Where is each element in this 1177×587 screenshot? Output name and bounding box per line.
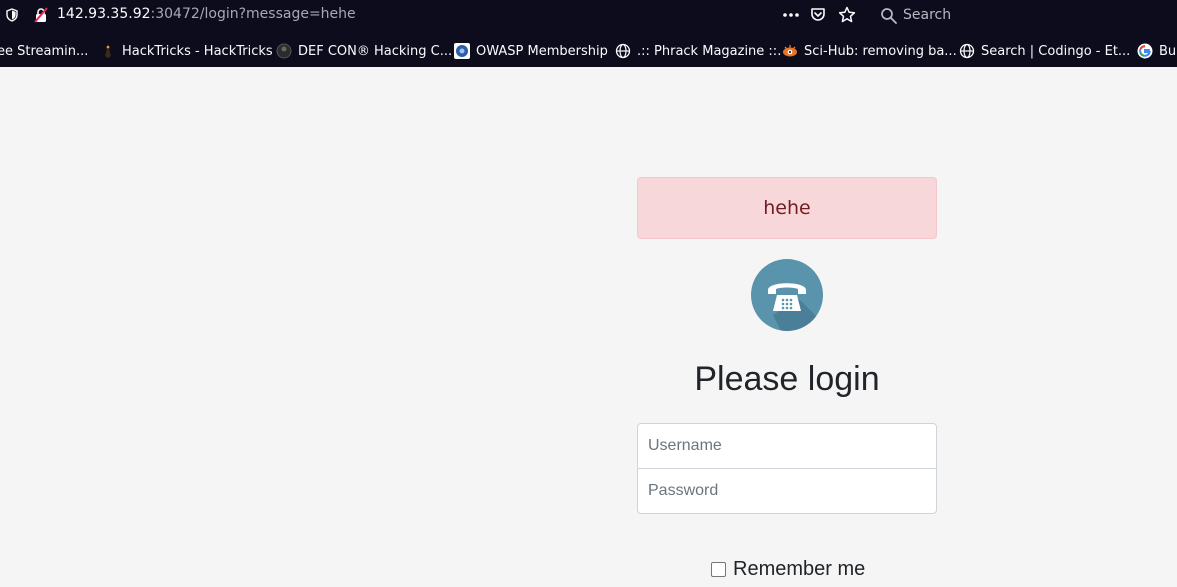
bookmark-item[interactable]: .:: Phrack Magazine ::. [615,42,781,60]
remember-me-label: Remember me [733,558,866,580]
bookmark-label: DEF CON® Hacking C... [298,43,453,59]
alert-message: hehe [763,197,811,219]
bookmark-label: HackTricks - HackTricks [122,43,273,59]
search-box[interactable]: Search [878,6,1158,26]
defcon-icon [276,43,292,59]
bookmark-item[interactable]: Bu [1137,42,1176,60]
insecure-lock-icon[interactable] [33,7,49,23]
globe-icon [959,43,975,59]
username-input[interactable] [637,423,937,469]
error-alert: hehe [637,177,937,239]
bookmark-item[interactable]: OWASP Membership [454,42,608,60]
bookmark-label: Sci-Hub: removing ba... [804,43,957,59]
bookmark-item[interactable]: DEF CON® Hacking C... [276,42,452,60]
bookmark-label: Search | Codingo - Et... [981,43,1131,59]
search-placeholder: Search [903,7,952,23]
globe-icon [615,43,631,59]
owasp-icon [454,43,470,59]
password-input[interactable] [637,468,937,514]
bookmark-item[interactable]: ee Streamin... [0,42,88,60]
bookmark-item[interactable]: Sci-Hub: removing ba... [782,42,957,60]
google-icon [1137,43,1153,59]
hacktricks-icon [105,44,111,58]
bookmark-label: ee Streamin... [0,43,89,59]
telephone-logo-icon [751,259,823,331]
tracking-shield-icon[interactable] [5,8,19,22]
address-toolbar: 142.93.35.92:30472/login?message=hehe Se… [0,0,1177,31]
bookmark-label: OWASP Membership [476,43,608,59]
bookmark-item[interactable]: HackTricks - HackTricks [100,42,273,60]
bookmark-label: .:: Phrack Magazine ::. [637,43,782,59]
bookmark-item[interactable]: Search | Codingo - Et... [959,42,1130,60]
url-host: 142.93.35.92 [57,6,151,22]
remember-me-checkbox[interactable] [711,562,726,577]
url-field[interactable]: 142.93.35.92:30472/login?message=hehe [57,6,356,22]
remember-me[interactable]: Remember me [711,558,865,581]
url-path: :30472/login?message=hehe [150,6,356,22]
search-icon [881,8,897,24]
pocket-icon[interactable] [810,7,826,23]
scihub-icon [783,45,797,57]
bookmarks-toolbar: ee Streamin... HackTricks - HackTricks D… [0,31,1177,67]
page-actions-more-icon[interactable] [781,5,801,25]
page-title: Please login [694,360,880,398]
bookmark-label: Bu [1159,43,1177,59]
bookmark-star-icon[interactable] [838,6,856,24]
